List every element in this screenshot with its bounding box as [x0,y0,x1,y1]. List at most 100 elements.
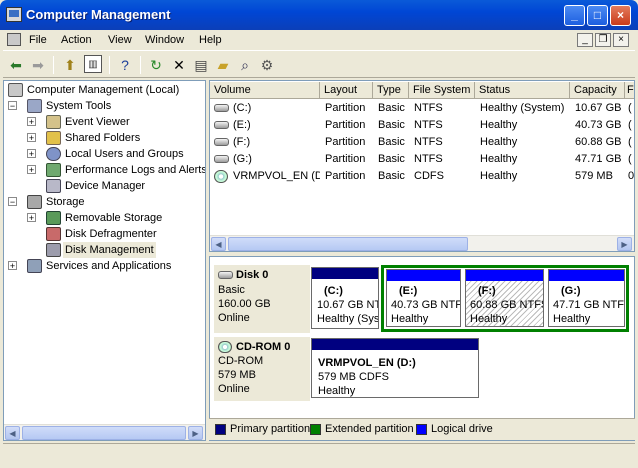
tree-item-local-users-groups[interactable]: + Local Users and Groups [8,146,198,162]
column-header-file-system[interactable]: File System [409,82,475,99]
column-header-volume[interactable]: Volume [210,82,320,99]
extended-partition-swatch [310,424,321,435]
partition-g[interactable]: (G:) 47.71 GB NTFS Healthy [548,269,625,327]
close-button[interactable]: × [610,5,631,26]
collapse-icon[interactable]: − [8,197,17,207]
mdi-close-button[interactable]: × [613,33,629,47]
forward-arrow-icon[interactable]: ➡ [28,55,48,75]
partition-detail: 40.73 GB NTFS [391,299,460,311]
tree-item-disk-defragmenter[interactable]: Disk Defragmenter [8,226,198,242]
tree-item-shared-folders[interactable]: + Shared Folders [8,130,198,146]
tree-item-event-viewer[interactable]: + Event Viewer [8,114,198,130]
expand-icon[interactable]: + [27,213,36,223]
console-tree[interactable]: Computer Management (Local) − System Too… [3,80,206,441]
hard-disk-icon [214,104,229,112]
legend-primary-partition: Primary partition [230,423,311,435]
partition-d[interactable]: VRMPVOL_EN (D:) 579 MB CDFS Healthy [311,338,479,398]
system-tools-icon [27,99,42,113]
column-header-capacity[interactable]: Capacity [570,82,625,99]
menu-file[interactable]: File [29,34,47,46]
partition-e[interactable]: (E:) 40.73 GB NTFS Healthy [386,269,461,327]
list-horizontal-scrollbar[interactable]: ◀ ▶ [210,235,634,251]
tree-item-label: Event Viewer [65,116,130,128]
tree-item-removable-storage[interactable]: + Removable Storage [8,210,198,226]
collapse-icon[interactable]: − [8,101,17,111]
table-row[interactable]: (E:) Partition Basic NTFS Healthy 40.73 … [211,117,633,134]
table-row[interactable]: (F:) Partition Basic NTFS Healthy 60.88 … [211,134,633,151]
minimize-button[interactable]: _ [564,5,585,26]
cell-capacity: 579 MB [575,170,613,182]
menu-window[interactable]: Window [145,34,184,46]
disk-0-info[interactable]: Disk 0 Basic 160.00 GB Online [214,265,310,333]
hard-disk-icon [214,155,229,163]
properties-icon[interactable]: ▤ [191,55,211,75]
scroll-left-arrow[interactable]: ◀ [5,426,20,440]
disk-size: 579 MB [218,369,256,381]
tree-item-label: Storage [46,196,85,208]
menu-help[interactable]: Help [199,34,222,46]
scroll-right-arrow[interactable]: ▶ [617,237,632,251]
removable-storage-icon [46,211,61,225]
show-hide-tree-icon[interactable]: ▥ [84,55,102,73]
cell-layout: Partition [325,170,366,182]
scroll-right-arrow[interactable]: ▶ [188,426,203,440]
back-arrow-icon[interactable]: ⬅ [6,55,26,75]
scroll-left-arrow[interactable]: ◀ [211,237,226,251]
cell-status: Healthy [480,153,518,165]
expand-icon[interactable]: + [27,117,36,127]
defragmenter-icon [46,227,61,241]
computer-icon [8,83,23,97]
cell-type: Basic [378,136,405,148]
hard-disk-icon [214,121,229,129]
settings-icon[interactable]: ⚙ [257,55,277,75]
partition-c[interactable]: (C:) 10.67 GB NTFS Healthy (System) [311,267,379,329]
cell-capacity: 10.67 GB [575,102,622,114]
table-row[interactable]: (G:) Partition Basic NTFS Healthy 47.71 … [211,151,633,168]
column-header-layout[interactable]: Layout [320,82,373,99]
toolbar: ⬅ ➡ ⬆ ▥ ? ↻ ✕ ▤ ▰ ⌕ ⚙ [3,52,635,78]
disk-map[interactable]: Disk 0 Basic 160.00 GB Online (C:) 10.67… [209,256,635,441]
column-header-status[interactable]: Status [475,82,570,99]
expand-icon[interactable]: + [27,133,36,143]
cell-volume: (G:) [233,153,252,165]
tree-item-system-tools[interactable]: − System Tools [8,98,198,114]
table-row[interactable]: (C:) Partition Basic NTFS Healthy (Syste… [211,100,633,117]
tree-item-disk-management[interactable]: Disk Management [8,242,198,258]
maximize-button[interactable]: □ [587,5,608,26]
open-folder-icon[interactable]: ▰ [213,55,233,75]
expand-icon[interactable]: + [27,165,36,175]
title-bar[interactable]: Computer Management _ □ × [0,0,638,30]
column-header-type[interactable]: Type [373,82,409,99]
expand-icon[interactable]: + [8,261,17,271]
tree-item-services-applications[interactable]: + Services and Applications [8,258,198,274]
up-folder-icon[interactable]: ⬆ [60,55,80,75]
partition-f-selected[interactable]: (F:) 60.88 GB NTFS Healthy [465,269,544,327]
cell-volume: (E:) [233,119,251,131]
cd-rom-icon [214,170,228,183]
tree-horizontal-scrollbar[interactable]: ◀ ▶ [4,424,205,440]
tree-item-storage[interactable]: − Storage [8,194,198,210]
scroll-thumb[interactable] [228,237,468,251]
table-row[interactable]: VRMPVOL_EN (D:) Partition Basic CDFS Hea… [211,168,634,185]
volume-list[interactable]: Volume Layout Type File System Status Ca… [209,80,635,252]
disk-name: CD-ROM 0 [236,341,291,353]
refresh-icon[interactable]: ↻ [146,55,166,75]
search-icon[interactable]: ⌕ [235,55,255,75]
help-icon[interactable]: ? [115,55,135,75]
performance-icon [46,163,61,177]
tree-item-device-manager[interactable]: Device Manager [8,178,198,194]
menu-view[interactable]: View [108,34,132,46]
column-header-free-space[interactable]: F [625,82,634,99]
mdi-restore-button[interactable]: ❐ [595,33,611,47]
mdi-minimize-button[interactable]: _ [577,33,593,47]
tree-item-performance-logs[interactable]: + Performance Logs and Alerts [8,162,205,178]
scroll-thumb[interactable] [22,426,186,440]
cdrom-0-info[interactable]: CD-ROM 0 CD-ROM 579 MB Online [214,337,310,401]
system-menu-icon[interactable] [7,33,21,46]
cell-file-system: NTFS [414,102,443,114]
delete-icon[interactable]: ✕ [169,55,189,75]
menu-action[interactable]: Action [61,34,92,46]
device-manager-icon [46,179,61,193]
expand-icon[interactable]: + [27,149,36,159]
cell-status: Healthy [480,170,518,182]
